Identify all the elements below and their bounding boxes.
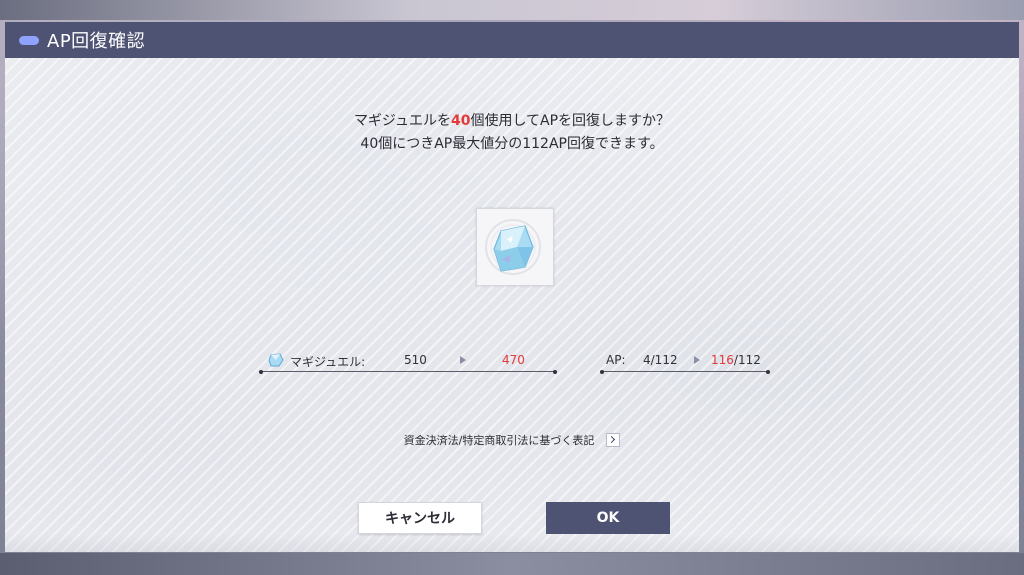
- ap-stat-current: 4/112: [643, 353, 678, 367]
- jewel-stat-after: 470: [502, 353, 525, 367]
- cancel-button[interactable]: キャンセル: [358, 502, 482, 534]
- jewel-stat-label: マギジュエル:: [290, 355, 366, 369]
- ap-stat-dot-right: [766, 370, 770, 374]
- title-pill-icon: [19, 35, 39, 45]
- magi-jewel-icon: [485, 219, 541, 275]
- legal-notice: 資金決済法/特定商取引法に基づく表記: [5, 432, 1019, 448]
- magi-jewel-small-icon: [268, 353, 284, 367]
- ap-stat-after: 116/112: [711, 353, 761, 367]
- message-line-1-prefix: マギジュエルを: [353, 113, 451, 129]
- background-top-strip: [0, 0, 1024, 20]
- jewel-arrow-icon: [460, 356, 466, 364]
- message-highlight-count: 40: [450, 113, 471, 129]
- message-line-1-suffix: 個使用してAPを回復しますか？: [470, 113, 671, 129]
- message-line-2: 40個につきAP最大値分の112AP回復できます。: [360, 136, 664, 152]
- jewel-stat-underline: [260, 371, 556, 372]
- ap-stat: AP: 4/112 116/112: [600, 348, 770, 374]
- ok-button[interactable]: OK: [546, 502, 670, 534]
- legal-link[interactable]: 資金決済法/特定商取引法に基づく表記: [404, 432, 621, 448]
- ap-recovery-dialog: AP回復確認 マギジュエルを40個使用してAPを回復しますか？ 40個につきAP…: [5, 22, 1019, 552]
- ap-stat-after-max: /112: [733, 353, 761, 367]
- ap-arrow-icon: [694, 356, 700, 364]
- jewel-stat-current: 510: [404, 353, 427, 367]
- legal-link-text: 資金決済法/特定商取引法に基づく表記: [403, 434, 595, 447]
- dialog-message: マギジュエルを40個使用してAPを回復しますか？ 40個につきAP最大値分の11…: [5, 110, 1019, 156]
- dialog-titlebar: AP回復確認: [5, 22, 1019, 58]
- ap-stat-dot-left: [600, 370, 604, 374]
- jewel-stat-dot-right: [553, 370, 557, 374]
- message-line-1: マギジュエルを40個使用してAPを回復しますか？: [5, 110, 1019, 133]
- ap-stat-after-value: 116: [711, 353, 734, 367]
- item-frame: [476, 208, 554, 286]
- dialog-bottom-fade: [5, 534, 1019, 552]
- ap-stat-label: AP:: [606, 353, 626, 367]
- jewel-stat-dot-left: [259, 370, 263, 374]
- chevron-right-icon[interactable]: [606, 433, 621, 447]
- background-bottom-strip: [0, 553, 1024, 575]
- dialog-title: AP回復確認: [47, 31, 146, 52]
- ap-stat-underline: [601, 371, 769, 372]
- jewel-stat: マギジュエル: 510 470: [259, 348, 557, 374]
